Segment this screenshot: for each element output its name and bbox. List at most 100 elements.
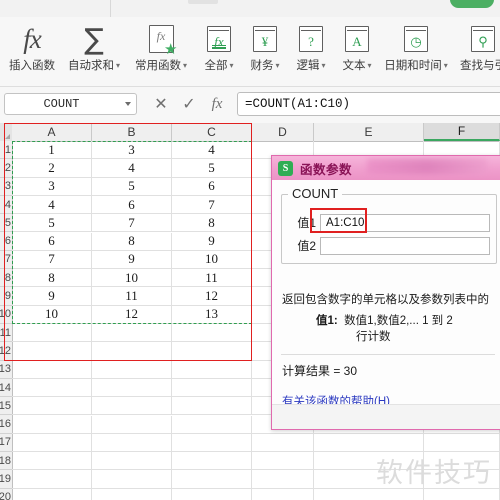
cell-A10[interactable]: 10 <box>12 305 92 324</box>
cell-A15[interactable] <box>12 397 92 416</box>
cell-B3[interactable]: 5 <box>92 177 172 196</box>
row-header-4[interactable]: 4 <box>0 196 12 215</box>
cell-A20[interactable] <box>12 488 92 500</box>
cell-E17[interactable] <box>314 433 424 453</box>
cell-C9[interactable]: 12 <box>172 287 252 306</box>
cell-D17[interactable] <box>252 433 314 453</box>
cell-A19[interactable] <box>12 470 92 489</box>
ribbon-item-financial[interactable]: ¥ 财务 ▾ <box>242 19 288 85</box>
ribbon-item-all[interactable]: fx 全部 ▾ <box>196 19 242 85</box>
argument-input-1[interactable]: A1:C10 <box>320 213 490 232</box>
function-arguments-dialog[interactable]: S 函数参数 COUNT 值1 A1:C10 值2 返回包含数字的单元格以及参数… <box>271 155 500 430</box>
cell-C12[interactable] <box>172 342 252 361</box>
column-header-c[interactable]: C <box>172 123 252 141</box>
cell-B15[interactable] <box>92 397 172 416</box>
row-header-15[interactable]: 15 <box>0 397 12 416</box>
row-header-9[interactable]: 9 <box>0 287 12 306</box>
cell-E20[interactable] <box>314 488 424 500</box>
row-header-11[interactable]: 11 <box>0 324 12 343</box>
cell-C18[interactable] <box>172 452 252 471</box>
cell-A4[interactable]: 4 <box>12 195 92 215</box>
cell-A13[interactable] <box>12 360 92 379</box>
cell-F20[interactable] <box>424 488 500 500</box>
ribbon-item-autosum[interactable]: ∑ 自动求和 ▾ <box>62 19 126 85</box>
ribbon-item-insert-function[interactable]: fx 插入函数 <box>4 19 60 85</box>
ribbon-item-date-time[interactable]: ◷ 日期和时间 ▾ <box>380 19 452 85</box>
cell-B2[interactable]: 4 <box>92 159 172 178</box>
cell-C10[interactable]: 13 <box>172 305 252 324</box>
cell-C16[interactable] <box>172 415 252 434</box>
cell-B18[interactable] <box>92 452 172 471</box>
argument-input-2[interactable] <box>320 236 490 255</box>
cell-C3[interactable]: 6 <box>172 177 252 196</box>
cell-B5[interactable]: 7 <box>92 214 172 233</box>
cell-A6[interactable]: 6 <box>12 232 92 251</box>
cell-D19[interactable] <box>252 470 314 489</box>
confirm-icon[interactable]: ✓ <box>178 92 200 116</box>
cell-C1[interactable]: 4 <box>172 141 252 160</box>
insert-function-icon[interactable]: fx <box>206 92 228 116</box>
row-header-17[interactable]: 17 <box>0 434 12 453</box>
cell-A12[interactable] <box>12 342 92 361</box>
row-header-7[interactable]: 7 <box>0 251 12 270</box>
cell-C2[interactable]: 5 <box>172 159 252 178</box>
formula-input[interactable]: =COUNT(A1:C10) <box>237 92 500 116</box>
cell-A7[interactable]: 7 <box>12 250 92 270</box>
cell-A11[interactable] <box>12 324 92 343</box>
row-header-13[interactable]: 13 <box>0 361 12 379</box>
cell-B12[interactable] <box>92 342 172 361</box>
cell-A9[interactable]: 9 <box>12 287 92 306</box>
cell-C17[interactable] <box>172 433 252 453</box>
cell-B1[interactable]: 3 <box>92 141 172 160</box>
cell-B9[interactable]: 11 <box>92 287 172 306</box>
chevron-down-icon[interactable] <box>125 102 131 106</box>
cell-B20[interactable] <box>92 488 172 500</box>
cell-B8[interactable]: 10 <box>92 269 172 288</box>
row-header-19[interactable]: 19 <box>0 470 12 489</box>
row-header-12[interactable]: 12 <box>0 342 12 361</box>
column-header-a[interactable]: A <box>12 123 92 141</box>
cell-D20[interactable] <box>252 488 314 500</box>
cell-C20[interactable] <box>172 488 252 500</box>
cell-C7[interactable]: 10 <box>172 250 252 270</box>
cell-A8[interactable]: 8 <box>12 269 92 288</box>
row-header-14[interactable]: 14 <box>0 379 12 398</box>
cell-F17[interactable] <box>424 433 500 453</box>
cell-B13[interactable] <box>92 360 172 379</box>
cell-C13[interactable] <box>172 360 252 379</box>
row-header-5[interactable]: 5 <box>0 214 12 233</box>
row-header-16[interactable]: 16 <box>0 416 12 434</box>
window-control-button[interactable] <box>188 0 218 4</box>
cell-D18[interactable] <box>252 452 314 471</box>
row-header-20[interactable]: 20 <box>0 489 12 500</box>
ribbon-item-common-functions[interactable]: fx ★ 常用函数 ▾ <box>128 19 194 85</box>
top-right-green-button[interactable] <box>450 0 494 8</box>
cell-B17[interactable] <box>92 433 172 453</box>
cell-A16[interactable] <box>12 415 92 434</box>
cell-B6[interactable]: 8 <box>92 232 172 251</box>
cell-A17[interactable] <box>12 433 92 453</box>
cell-A14[interactable] <box>12 378 92 398</box>
row-header-3[interactable]: 3 <box>0 178 12 196</box>
cell-C4[interactable]: 7 <box>172 195 252 215</box>
ribbon-item-text[interactable]: A 文本 ▾ <box>334 19 380 85</box>
column-header-f[interactable]: F <box>424 123 500 141</box>
cell-B16[interactable] <box>92 415 172 434</box>
cancel-icon[interactable]: ✕ <box>150 92 172 116</box>
row-header-2[interactable]: 2 <box>0 159 12 178</box>
ribbon-item-logical[interactable]: ? 逻辑 ▾ <box>288 19 334 85</box>
cell-A18[interactable] <box>12 452 92 471</box>
cell-A3[interactable]: 3 <box>12 177 92 196</box>
cell-C5[interactable]: 8 <box>172 214 252 233</box>
cell-C15[interactable] <box>172 397 252 416</box>
cell-B19[interactable] <box>92 470 172 489</box>
cell-C11[interactable] <box>172 324 252 343</box>
ribbon-item-lookup-reference[interactable]: ⚲ 查找与引 <box>454 19 500 85</box>
cell-B11[interactable] <box>92 324 172 343</box>
cell-C19[interactable] <box>172 470 252 489</box>
row-header-18[interactable]: 18 <box>0 452 12 471</box>
name-box[interactable]: COUNT <box>4 93 137 115</box>
column-header-e[interactable]: E <box>314 123 424 141</box>
row-header-1[interactable]: 1 <box>0 141 12 160</box>
cell-B10[interactable]: 12 <box>92 305 172 324</box>
